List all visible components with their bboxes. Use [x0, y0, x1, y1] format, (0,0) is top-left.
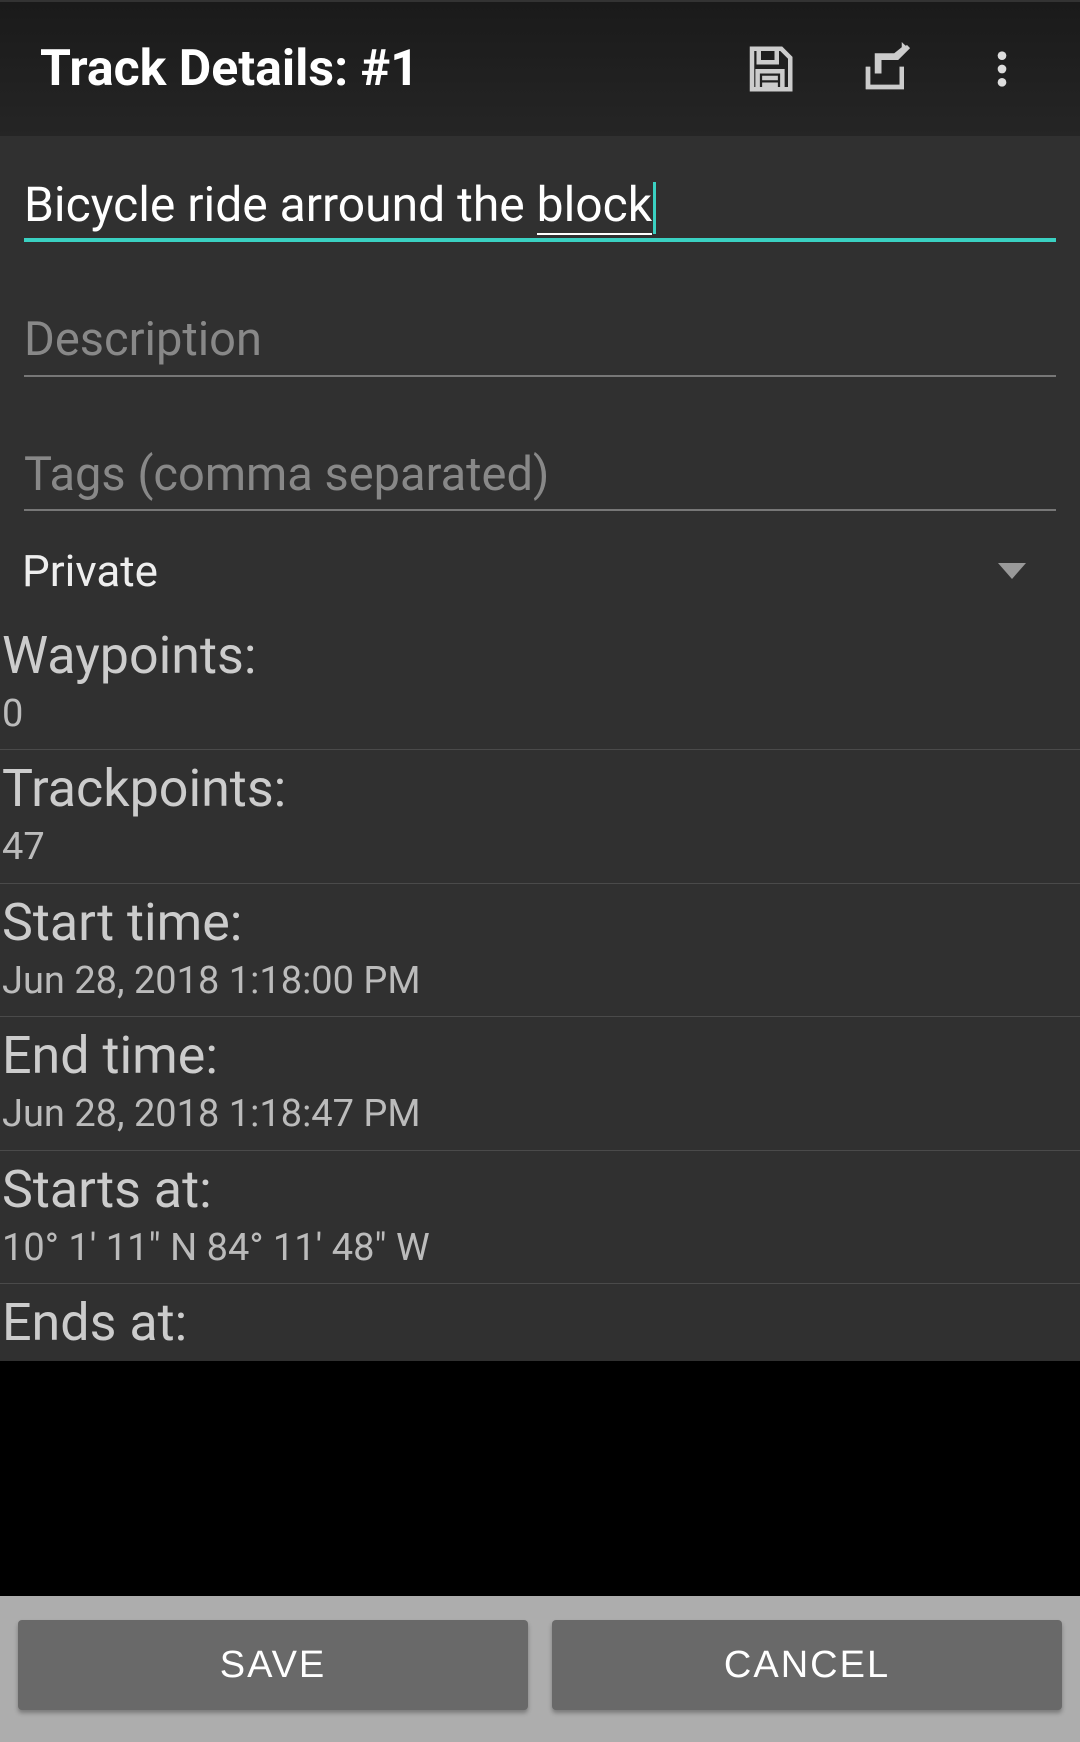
tags-input[interactable]: Tags (comma separated) — [24, 437, 1056, 511]
trackpoints-label: Trackpoints: — [0, 756, 1080, 821]
description-placeholder: Description — [24, 312, 262, 367]
end-time-label: End time: — [0, 1023, 1080, 1088]
overflow-menu-icon[interactable] — [974, 41, 1030, 97]
ends-at-label: Ends at: — [0, 1290, 1080, 1355]
ends-at-row: Ends at: — [0, 1284, 1080, 1361]
title-text-underlined: block — [537, 176, 652, 235]
chevron-down-icon — [998, 563, 1026, 579]
starts-at-label: Starts at: — [0, 1157, 1080, 1222]
starts-at-row: Starts at: 10° 1' 11" N 84° 11' 48" W — [0, 1151, 1080, 1284]
waypoints-label: Waypoints: — [0, 623, 1080, 688]
tags-field-wrap: Tags (comma separated) — [0, 437, 1080, 511]
save-icon[interactable] — [742, 41, 798, 97]
trackpoints-value: 47 — [0, 821, 1080, 876]
info-list: Waypoints: 0 Trackpoints: 47 Start time:… — [0, 617, 1080, 1361]
save-button[interactable]: SAVE — [18, 1620, 528, 1710]
appbar: Track Details: #1 — [0, 0, 1080, 136]
start-time-value: Jun 28, 2018 1:18:00 PM — [0, 955, 1080, 1010]
share-icon[interactable] — [858, 41, 914, 97]
page-title: Track Details: #1 — [40, 40, 742, 98]
cancel-button[interactable]: CANCEL — [552, 1620, 1062, 1710]
waypoints-value: 0 — [0, 688, 1080, 743]
visibility-dropdown[interactable]: Private — [0, 531, 1080, 617]
description-field-wrap: Description — [0, 302, 1080, 376]
title-text-prefix: Bicycle ride arround the — [24, 176, 537, 233]
title-input[interactable]: Bicycle ride arround the block — [24, 166, 1056, 242]
end-time-value: Jun 28, 2018 1:18:47 PM — [0, 1088, 1080, 1143]
content-area: Bicycle ride arround the block Descripti… — [0, 136, 1080, 1361]
trackpoints-row: Trackpoints: 47 — [0, 750, 1080, 883]
tags-placeholder: Tags (comma separated) — [24, 447, 549, 502]
start-time-row: Start time: Jun 28, 2018 1:18:00 PM — [0, 884, 1080, 1017]
title-field-wrap: Bicycle ride arround the block — [0, 166, 1080, 242]
end-time-row: End time: Jun 28, 2018 1:18:47 PM — [0, 1017, 1080, 1150]
text-cursor — [653, 182, 656, 234]
waypoints-row: Waypoints: 0 — [0, 617, 1080, 750]
footer-bar: SAVE CANCEL — [0, 1596, 1080, 1742]
appbar-actions — [742, 41, 1050, 97]
start-time-label: Start time: — [0, 890, 1080, 955]
description-input[interactable]: Description — [24, 302, 1056, 376]
starts-at-value: 10° 1' 11" N 84° 11' 48" W — [0, 1222, 1080, 1277]
visibility-selected: Private — [22, 545, 998, 597]
